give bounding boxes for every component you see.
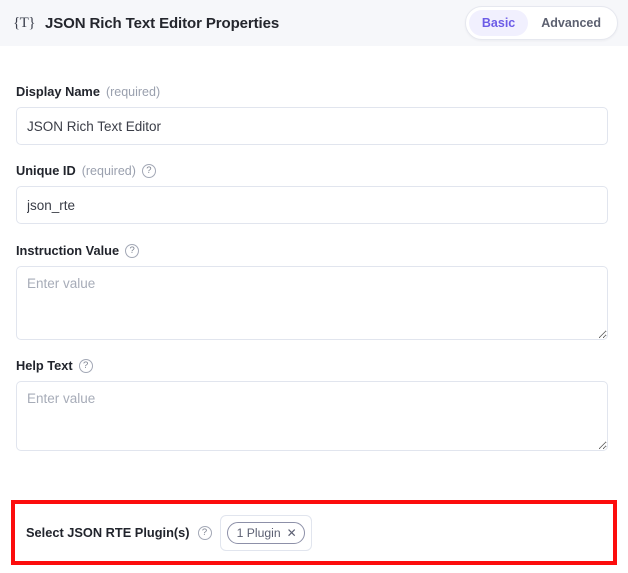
- unique-id-label: Unique ID: [16, 163, 76, 178]
- help-circle-icon[interactable]: ?: [78, 358, 93, 373]
- display-name-label-row: Display Name (required): [16, 84, 612, 99]
- plugin-selection-highlight: Select JSON RTE Plugin(s) ? 1 Plugin ✕: [11, 500, 617, 565]
- properties-header: {T} JSON Rich Text Editor Properties Bas…: [0, 0, 628, 46]
- tab-advanced[interactable]: Advanced: [528, 10, 614, 36]
- help-text-label: Help Text: [16, 358, 73, 373]
- field-unique-id: Unique ID (required) ?: [16, 163, 612, 224]
- display-name-label: Display Name: [16, 84, 100, 99]
- header-title-group: {T} JSON Rich Text Editor Properties: [13, 12, 279, 34]
- properties-form: Display Name (required) Unique ID (requi…: [0, 84, 628, 456]
- help-circle-icon[interactable]: ?: [141, 163, 156, 178]
- close-icon[interactable]: ✕: [287, 527, 297, 539]
- display-name-input[interactable]: [16, 107, 608, 145]
- page-title: JSON Rich Text Editor Properties: [45, 14, 280, 32]
- plugin-chip-label: 1 Plugin: [236, 525, 281, 540]
- instruction-value-label: Instruction Value: [16, 243, 120, 258]
- help-text-label-row: Help Text ?: [16, 358, 612, 373]
- plugins-select[interactable]: 1 Plugin ✕: [219, 514, 312, 551]
- unique-id-label-row: Unique ID (required) ?: [16, 163, 612, 178]
- tab-basic[interactable]: Basic: [468, 10, 529, 36]
- field-instruction-value: Instruction Value ?: [16, 243, 612, 345]
- plugin-chip[interactable]: 1 Plugin ✕: [226, 521, 305, 544]
- instruction-value-textarea[interactable]: [16, 266, 608, 340]
- help-circle-icon[interactable]: ?: [197, 525, 212, 540]
- mode-segmented-control: Basic Advanced: [464, 6, 618, 40]
- display-name-required-text: (required): [105, 84, 161, 99]
- help-text-textarea[interactable]: [16, 381, 608, 451]
- field-select-plugins: Select JSON RTE Plugin(s) ? 1 Plugin ✕: [26, 514, 312, 551]
- json-text-field-icon: {T}: [12, 14, 36, 31]
- help-circle-icon[interactable]: ?: [125, 243, 140, 258]
- field-help-text: Help Text ?: [16, 358, 612, 456]
- field-display-name: Display Name (required): [16, 84, 612, 145]
- instruction-value-label-row: Instruction Value ?: [16, 243, 612, 258]
- select-plugins-label: Select JSON RTE Plugin(s): [26, 525, 190, 540]
- unique-id-input[interactable]: [16, 186, 608, 224]
- unique-id-required-text: (required): [81, 163, 136, 178]
